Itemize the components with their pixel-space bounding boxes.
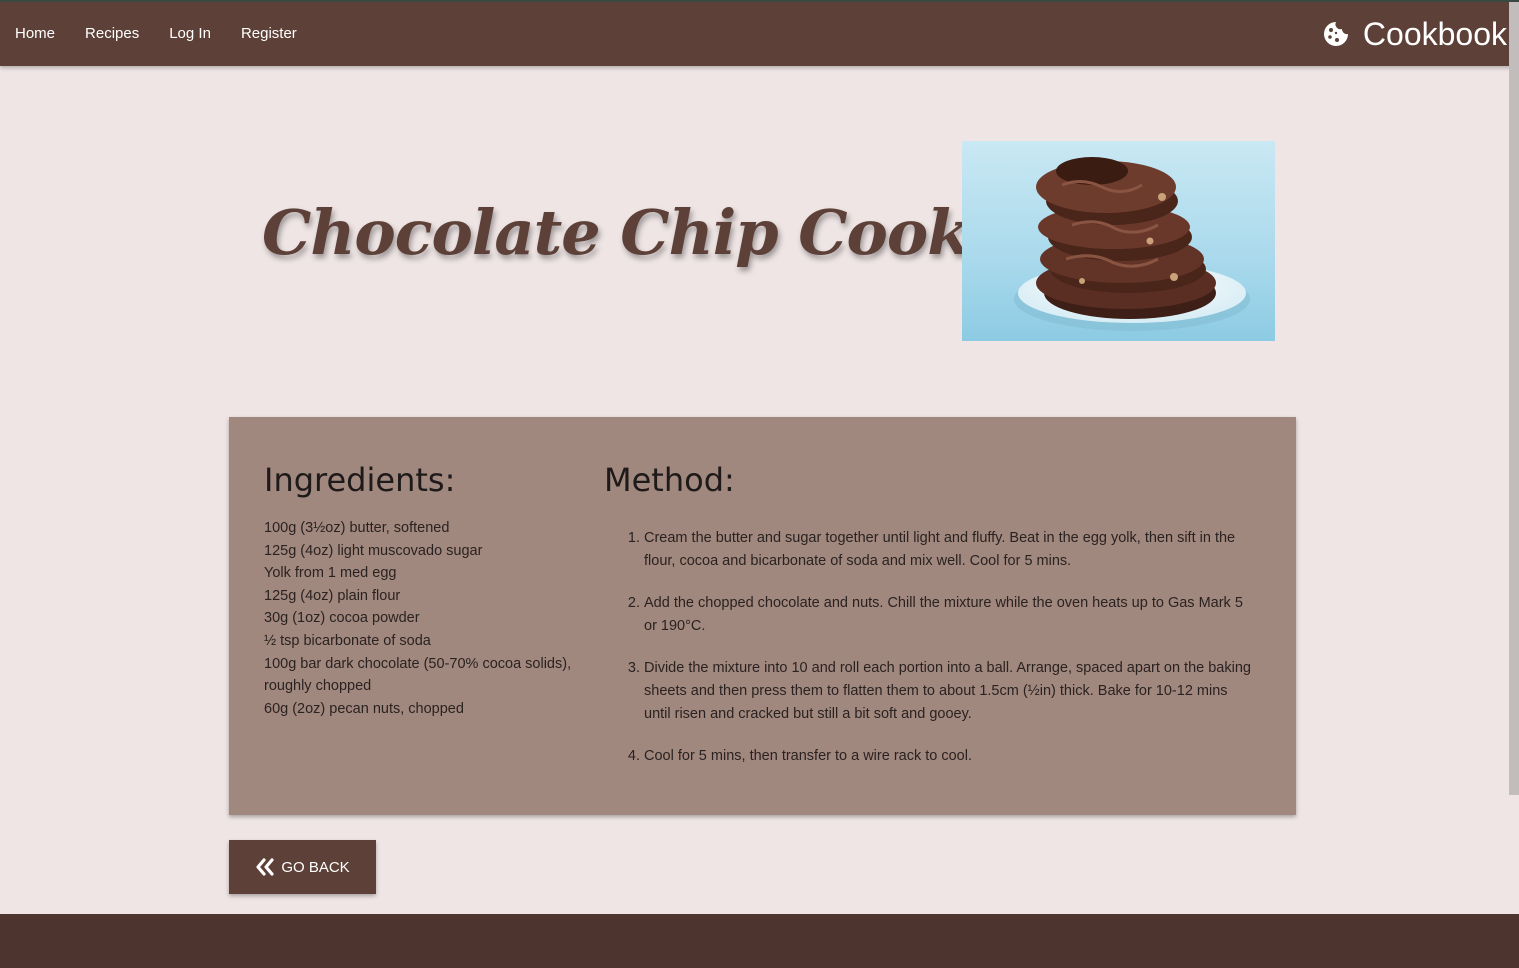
double-chevron-left-icon [256, 858, 274, 876]
method-heading: Method: [604, 461, 735, 499]
nav-links: Home Recipes Log In Register [0, 2, 312, 66]
method-step: Cream the butter and sugar together unti… [644, 527, 1256, 572]
page-footer [0, 914, 1519, 968]
go-back-button[interactable]: GO BACK [229, 840, 376, 894]
ingredient-item: ½ tsp bicarbonate of soda [264, 632, 431, 649]
nav-link-home[interactable]: Home [0, 2, 70, 66]
go-back-label: GO BACK [281, 858, 350, 876]
ingredient-item: 100g (3½oz) butter, softened [264, 520, 450, 536]
recipe-photo [962, 141, 1275, 341]
recipe-title: Chocolate Chip Cookies [262, 196, 1065, 269]
cookie-icon [1323, 22, 1348, 46]
method-list: Cream the butter and sugar together unti… [604, 527, 1256, 788]
recipe-card: Ingredients: 100g (3½oz) butter, softene… [229, 417, 1296, 815]
cookie-stack-image [962, 141, 1275, 341]
ingredient-item: 100g bar dark chocolate (50-70% cocoa so… [264, 655, 572, 695]
brand-name: Cookbook [1362, 16, 1507, 52]
ingredient-item: 60g (2oz) pecan nuts, chopped [264, 700, 464, 717]
method-step: Divide the mixture into 10 and roll each… [644, 657, 1256, 725]
method-step: Cool for 5 mins, then transfer to a wire… [644, 745, 1256, 768]
nav-link-login[interactable]: Log In [154, 2, 226, 66]
ingredient-item: 125g (4oz) plain flour [264, 587, 401, 604]
nav-link-register[interactable]: Register [226, 2, 312, 66]
ingredients-heading: Ingredients: [264, 461, 456, 499]
brand-logo[interactable]: Cookbook [1323, 2, 1507, 66]
navbar: Home Recipes Log In Register Cookbook [0, 2, 1519, 66]
ingredient-item: 125g (4oz) light muscovado sugar [264, 542, 483, 559]
nav-link-recipes[interactable]: Recipes [70, 2, 154, 66]
ingredient-item: Yolk from 1 med egg [264, 565, 397, 582]
ingredients-list: 100g (3½oz) butter, softened 125g (4oz) … [264, 517, 594, 720]
method-step: Add the chopped chocolate and nuts. Chil… [644, 592, 1256, 637]
scrollbar[interactable] [1509, 2, 1519, 795]
ingredient-item: 30g (1oz) cocoa powder [264, 610, 420, 627]
